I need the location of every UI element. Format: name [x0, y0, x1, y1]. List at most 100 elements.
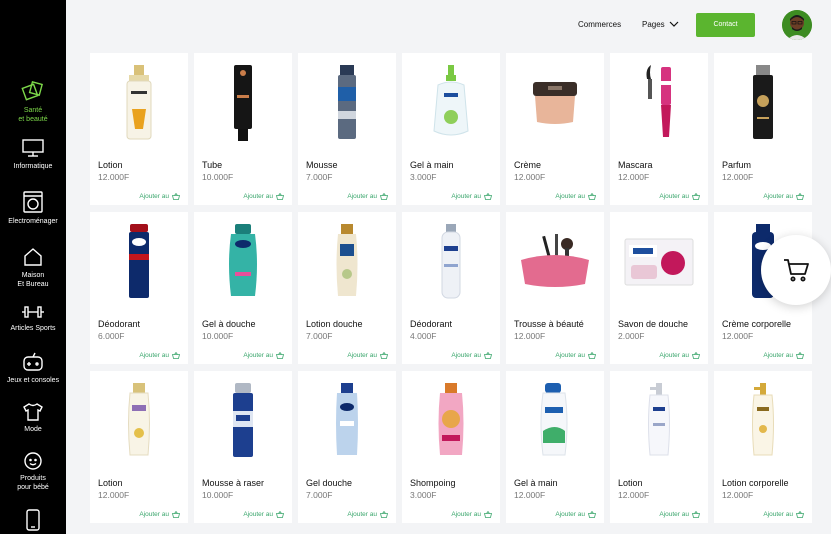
add-to-cart-link[interactable]: Ajouter au — [763, 193, 804, 200]
product-image — [610, 63, 708, 143]
chevron-down-icon[interactable] — [669, 21, 679, 28]
sidebar-item-produits-bebe[interactable]: Produits pour bébé — [0, 452, 66, 492]
product-price: 3.000F — [410, 490, 437, 500]
product-image — [506, 63, 604, 143]
product-card[interactable]: Trousse à béauté 12.000F Ajouter au — [506, 212, 604, 364]
product-card[interactable]: Déodorant 4.000F Ajouter au — [402, 212, 500, 364]
add-to-cart-link[interactable]: Ajouter au — [243, 352, 284, 359]
product-card[interactable]: Tube 10.000F Ajouter au — [194, 53, 292, 205]
basket-icon — [588, 193, 596, 200]
sidebar-item-articles-sports[interactable]: Articles Sports — [0, 304, 66, 333]
product-card[interactable]: Mascara 12.000F Ajouter au — [610, 53, 708, 205]
product-card[interactable]: Lotion 12.000F Ajouter au — [610, 371, 708, 523]
add-to-cart-label: Ajouter au — [139, 352, 169, 359]
add-to-cart-link[interactable]: Ajouter au — [659, 511, 700, 518]
product-card[interactable]: Lotion corporelle 12.000F Ajouter au — [714, 371, 812, 523]
product-name: Déodorant — [410, 319, 453, 329]
add-to-cart-link[interactable]: Ajouter au — [763, 352, 804, 359]
product-name: Mascara — [618, 160, 653, 170]
phone-icon — [26, 509, 40, 531]
sidebar-item-electromenager[interactable]: Electroménager — [0, 191, 66, 226]
product-price: 12.000F — [98, 490, 130, 500]
product-card[interactable]: Lotion 12.000F Ajouter au — [90, 371, 188, 523]
product-card[interactable]: Crème 12.000F Ajouter au — [506, 53, 604, 205]
product-card[interactable]: Gel à main 12.000F Ajouter au — [506, 371, 604, 523]
product-card[interactable]: Mousse à raser 10.000F Ajouter au — [194, 371, 292, 523]
basket-icon — [484, 193, 492, 200]
product-price: 12.000F — [722, 331, 754, 341]
product-card[interactable]: Déodorant 6.000F Ajouter au — [90, 212, 188, 364]
product-price: 6.000F — [98, 331, 125, 341]
add-to-cart-link[interactable]: Ajouter au — [139, 193, 180, 200]
product-price: 12.000F — [618, 172, 650, 182]
contact-button[interactable]: Contact — [696, 13, 755, 37]
product-image — [506, 222, 604, 302]
add-to-cart-link[interactable]: Ajouter au — [451, 352, 492, 359]
basket-icon — [276, 193, 284, 200]
add-to-cart-link[interactable]: Ajouter au — [243, 193, 284, 200]
product-image — [194, 222, 292, 302]
add-to-cart-link[interactable]: Ajouter au — [139, 511, 180, 518]
basket-icon — [172, 193, 180, 200]
sidebar-item-maison-bureau[interactable]: Maison Et Bureau — [0, 247, 66, 289]
add-to-cart-link[interactable]: Ajouter au — [451, 193, 492, 200]
sidebar-item-mode[interactable]: Mode — [0, 403, 66, 434]
sidebar-label: Articles Sports — [10, 325, 56, 332]
product-price: 4.000F — [410, 331, 437, 341]
product-image — [298, 381, 396, 461]
nav-link-pages[interactable]: Pages — [642, 20, 665, 29]
product-price: 12.000F — [722, 172, 754, 182]
sidebar-label: Informatique — [13, 163, 53, 170]
product-card[interactable]: Gel à douche 10.000F Ajouter au — [194, 212, 292, 364]
sidebar-item-informatique[interactable]: Informatique — [0, 138, 66, 171]
add-to-cart-link[interactable]: Ajouter au — [243, 511, 284, 518]
product-card[interactable]: Gel douche 7.000F Ajouter au — [298, 371, 396, 523]
product-card[interactable]: Lotion douche 7.000F Ajouter au — [298, 212, 396, 364]
add-to-cart-link[interactable]: Ajouter au — [555, 193, 596, 200]
nav-link-commerces[interactable]: Commerces — [578, 20, 621, 29]
sidebar-item-sante-beaute[interactable]: Santé et beauté — [0, 78, 66, 124]
product-name: Lotion douche — [306, 319, 363, 329]
product-name: Mousse — [306, 160, 338, 170]
basket-icon — [692, 193, 700, 200]
add-to-cart-link[interactable]: Ajouter au — [555, 511, 596, 518]
product-name: Gel à douche — [202, 319, 256, 329]
sidebar-label: Electroménager — [8, 218, 58, 225]
product-card[interactable]: Savon de douche 2.000F Ajouter au — [610, 212, 708, 364]
sidebar-item-telephones[interactable] — [0, 509, 66, 534]
product-card[interactable]: Shompoing 3.000F Ajouter au — [402, 371, 500, 523]
product-price: 10.000F — [202, 172, 234, 182]
product-name: Lotion — [618, 478, 643, 488]
baby-icon — [24, 452, 42, 470]
add-to-cart-label: Ajouter au — [555, 352, 585, 359]
avatar[interactable] — [782, 10, 812, 40]
dumbbell-icon — [22, 306, 44, 318]
add-to-cart-link[interactable]: Ajouter au — [763, 511, 804, 518]
add-to-cart-link[interactable]: Ajouter au — [555, 352, 596, 359]
add-to-cart-label: Ajouter au — [451, 193, 481, 200]
product-image — [298, 222, 396, 302]
add-to-cart-label: Ajouter au — [243, 352, 273, 359]
product-name: Lotion corporelle — [722, 478, 789, 488]
basket-icon — [796, 511, 804, 518]
add-to-cart-label: Ajouter au — [659, 193, 689, 200]
add-to-cart-link[interactable]: Ajouter au — [659, 193, 700, 200]
add-to-cart-link[interactable]: Ajouter au — [139, 352, 180, 359]
product-name: Gel à main — [410, 160, 454, 170]
add-to-cart-link[interactable]: Ajouter au — [451, 511, 492, 518]
sidebar-label: Mode — [24, 426, 42, 433]
sidebar-item-jeux-consoles[interactable]: Jeux et consoles — [0, 352, 66, 385]
product-card[interactable]: Gel à main 3.000F Ajouter au — [402, 53, 500, 205]
basket-icon — [692, 352, 700, 359]
product-card[interactable]: Mousse 7.000F Ajouter au — [298, 53, 396, 205]
add-to-cart-link[interactable]: Ajouter au — [347, 352, 388, 359]
add-to-cart-link[interactable]: Ajouter au — [659, 352, 700, 359]
add-to-cart-link[interactable]: Ajouter au — [347, 511, 388, 518]
product-card[interactable]: Parfum 12.000F Ajouter au — [714, 53, 812, 205]
product-image — [506, 381, 604, 461]
product-card[interactable]: Lotion 12.000F Ajouter au — [90, 53, 188, 205]
add-to-cart-link[interactable]: Ajouter au — [347, 193, 388, 200]
add-to-cart-label: Ajouter au — [347, 193, 377, 200]
product-price: 12.000F — [618, 490, 650, 500]
cart-button[interactable] — [761, 235, 831, 305]
